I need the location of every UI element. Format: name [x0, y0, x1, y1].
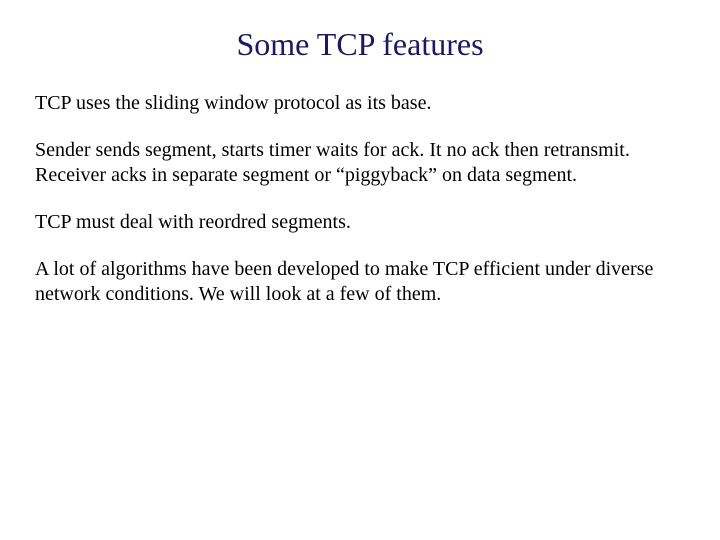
- slide-container: Some TCP features TCP uses the sliding w…: [0, 0, 720, 540]
- paragraph-2: Sender sends segment, starts timer waits…: [35, 138, 685, 188]
- paragraph-1: TCP uses the sliding window protocol as …: [35, 91, 685, 116]
- paragraph-4: A lot of algorithms have been developed …: [35, 257, 685, 307]
- slide-title: Some TCP features: [35, 26, 685, 63]
- paragraph-3: TCP must deal with reordred segments.: [35, 210, 685, 235]
